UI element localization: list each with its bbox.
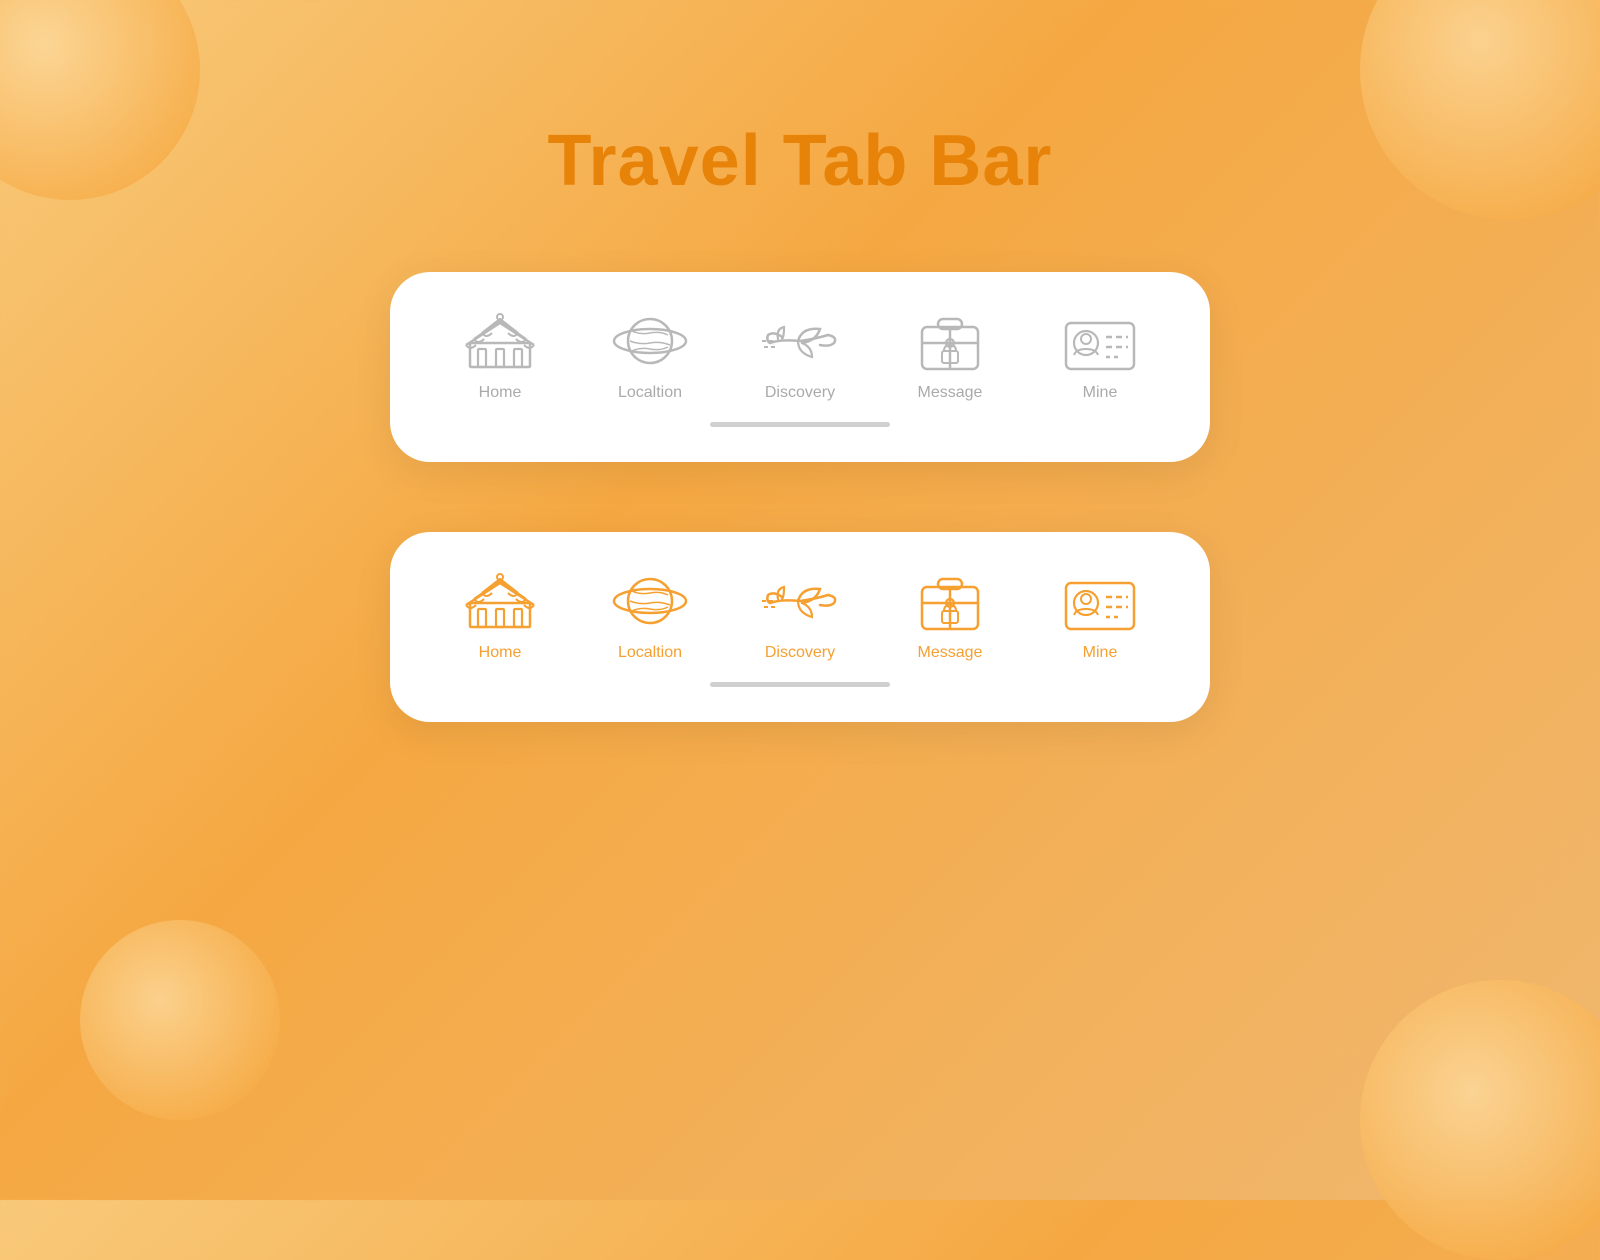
message-label-active: Message [918, 644, 983, 662]
tab-bar-inactive: Home Localtion [390, 272, 1210, 462]
home-icon [465, 312, 535, 372]
discovery-icon-active [765, 572, 835, 632]
mine-label-active: Mine [1083, 644, 1118, 662]
home-label: Home [479, 384, 522, 402]
tab-item-mine-active[interactable]: Mine [1050, 572, 1150, 662]
tab-item-mine[interactable]: Mine [1050, 312, 1150, 402]
mine-icon [1065, 312, 1135, 372]
tab-indicator-active [710, 682, 890, 687]
location-label-active: Localtion [618, 644, 682, 662]
tab-items-row: Home Localtion [450, 312, 1150, 402]
mine-label: Mine [1083, 384, 1118, 402]
tab-bar-active: Home Localtion [390, 532, 1210, 722]
message-label: Message [918, 384, 983, 402]
location-label: Localtion [618, 384, 682, 402]
tab-item-message[interactable]: Message [900, 312, 1000, 402]
tab-item-home[interactable]: Home [450, 312, 550, 402]
location-icon-active [615, 572, 685, 632]
discovery-icon [765, 312, 835, 372]
tab-items-row-active: Home Localtion [450, 572, 1150, 662]
tab-item-discovery[interactable]: Discovery [750, 312, 850, 402]
message-icon [915, 312, 985, 372]
page-title: Travel Tab Bar [548, 120, 1053, 202]
home-icon-active [465, 572, 535, 632]
tab-item-message-active[interactable]: Message [900, 572, 1000, 662]
location-icon [615, 312, 685, 372]
home-label-active: Home [479, 644, 522, 662]
tab-item-home-active[interactable]: Home [450, 572, 550, 662]
decorative-circle-br [1360, 980, 1600, 1260]
tab-item-discovery-active[interactable]: Discovery [750, 572, 850, 662]
tab-item-location-active[interactable]: Localtion [600, 572, 700, 662]
message-icon-active [915, 572, 985, 632]
discovery-label: Discovery [765, 384, 835, 402]
decorative-circle-bl [80, 920, 280, 1120]
discovery-label-active: Discovery [765, 644, 835, 662]
tab-indicator-inactive [710, 422, 890, 427]
tab-item-location[interactable]: Localtion [600, 312, 700, 402]
mine-icon-active [1065, 572, 1135, 632]
